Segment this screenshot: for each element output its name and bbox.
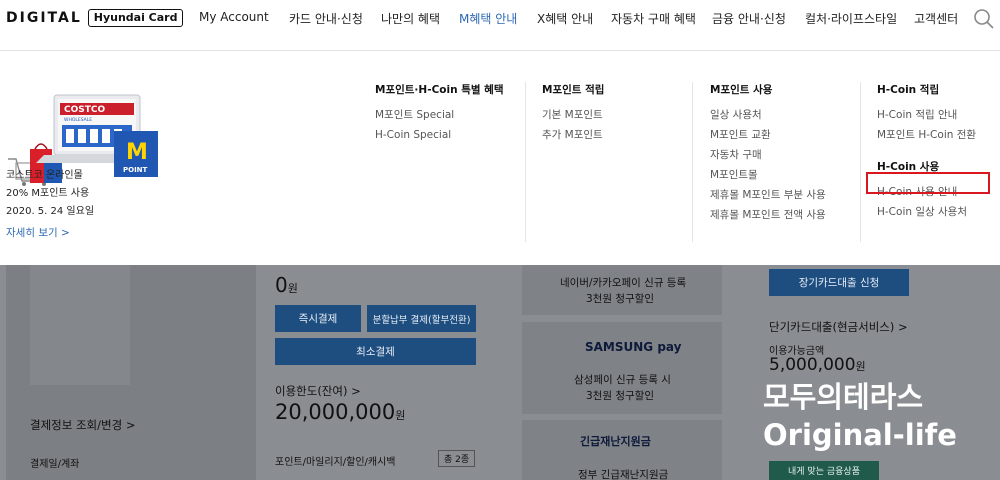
watermark-line-2: Original-life: [763, 418, 957, 452]
menu-column-earn-points: M포인트 적립 기본 M포인트 추가 M포인트: [542, 82, 604, 145]
nav-item[interactable]: 카드 안내·신청: [289, 10, 363, 27]
cash-available-value: 5,000,000원: [769, 355, 866, 375]
samsung-pay-logo: SAMSUNG pay: [585, 340, 682, 354]
nav-item[interactable]: 자동차 구매 혜택: [611, 10, 696, 27]
menu-item[interactable]: M포인트 Special: [375, 105, 504, 125]
nav-item[interactable]: 금융 안내·신청: [712, 10, 786, 27]
samsung-pay-discount: 3천원 청구할인: [586, 390, 654, 402]
search-icon[interactable]: [973, 8, 995, 30]
menu-item[interactable]: 일상 사용처: [710, 105, 826, 125]
promo-detail-link[interactable]: 자세히 보기 >: [6, 225, 70, 240]
menu-item[interactable]: 제휴몰 M포인트 부분 사용: [710, 185, 826, 205]
promo-line-3: 2020. 5. 24 일요일: [6, 206, 95, 217]
finance-products-button[interactable]: 내게 맞는 금융상품: [769, 461, 879, 480]
column-divider: [525, 82, 526, 242]
naver-kakao-discount: 3천원 청구할인: [586, 293, 654, 305]
nav-item[interactable]: M혜택 안내: [459, 10, 517, 27]
nav-item[interactable]: 고객센터: [914, 10, 958, 27]
svg-text:COSTCO: COSTCO: [64, 105, 105, 115]
menu-column-hcoin: H-Coin 적립 H-Coin 적립 안내 M포인트 H-Coin 전환 H-C…: [877, 82, 976, 222]
points-label[interactable]: 포인트/마일리지/할인/캐시백: [275, 453, 396, 468]
menu-heading-hcoin-earn: H-Coin 적립: [877, 84, 940, 96]
instant-pay-button[interactable]: 즉시결제: [275, 305, 361, 332]
naver-kakao-banner[interactable]: [522, 265, 722, 315]
nav-item[interactable]: X혜택 안내: [537, 10, 593, 27]
m-benefit-dropdown-panel: COSTCO WHOLESALE M POINT 코스트코 온라인몰 20% M…: [0, 50, 1000, 265]
svg-text:POINT: POINT: [123, 166, 148, 174]
samsung-pay-text: 삼성페이 신규 등록 시: [574, 374, 671, 386]
menu-item[interactable]: 자동차 구매: [710, 145, 826, 165]
menu-item[interactable]: H-Coin 일상 사용처: [877, 202, 976, 222]
menu-item[interactable]: 제휴몰 M포인트 전액 사용: [710, 205, 826, 225]
minimum-pay-button[interactable]: 최소결제: [275, 338, 476, 365]
menu-item[interactable]: H-Coin Special: [375, 125, 504, 145]
nav-item[interactable]: 컬처·라이프스타일: [805, 10, 897, 27]
column-divider: [860, 82, 861, 242]
svg-text:M: M: [126, 140, 148, 165]
naver-kakao-text: 네이버/카카오페이 신규 등록: [560, 277, 687, 289]
watermark-line-1: 모두의테라스: [763, 380, 924, 414]
menu-column-special: M포인트·H-Coin 특별 혜택 M포인트 Special H-Coin Spe…: [375, 82, 504, 145]
top-navigation-bar: DIGITAL Hyundai Card My Account 카드 안내·신청 나…: [0, 0, 1000, 38]
cash-service-link[interactable]: 단기카드대출(현금서비스) >: [769, 319, 908, 335]
nav-item[interactable]: My Account: [199, 10, 269, 24]
payment-date-label: 결제일/계좌: [30, 459, 80, 470]
installment-pay-button[interactable]: 분할납부 결제(할부전환): [367, 305, 476, 332]
promo-line-1: 코스트코 온라인몰: [6, 170, 83, 181]
highlight-box: [866, 172, 990, 194]
menu-item[interactable]: 기본 M포인트: [542, 105, 604, 125]
payment-panel: [256, 265, 506, 480]
svg-text:WHOLESALE: WHOLESALE: [64, 117, 92, 123]
menu-item[interactable]: M포인트 교환: [710, 125, 826, 145]
logo-hyundai-card-text: Hyundai Card: [87, 9, 184, 27]
nav-item[interactable]: 나만의 혜택: [381, 10, 440, 27]
menu-item[interactable]: H-Coin 적립 안내: [877, 105, 976, 125]
amount-due: 0원: [275, 273, 298, 297]
payment-info-link[interactable]: 결제정보 조회/변경 >: [30, 417, 135, 433]
menu-heading-earn-points: M포인트 적립: [542, 84, 605, 96]
disaster-relief-title: 긴급재난지원금: [580, 435, 651, 448]
menu-item[interactable]: 추가 M포인트: [542, 125, 604, 145]
limit-value: 20,000,000원: [275, 400, 406, 424]
logo-digital-text: DIGITAL: [6, 10, 82, 26]
menu-heading-special: M포인트·H-Coin 특별 혜택: [375, 84, 504, 96]
menu-column-use-points: M포인트 사용 일상 사용처 M포인트 교환 자동차 구매 M포인트몰 제휴몰 M포인트…: [710, 82, 826, 225]
watermark-text: 모두의테라스 Original-life: [763, 378, 957, 454]
menu-heading-use-points: M포인트 사용: [710, 84, 773, 96]
total-count-badge: 총 2종: [438, 450, 476, 467]
menu-item[interactable]: M포인트몰: [710, 165, 826, 185]
disaster-relief-text: 정부 긴급재난지원금: [578, 469, 669, 480]
column-divider: [692, 82, 693, 242]
menu-item[interactable]: M포인트 H-Coin 전환: [877, 125, 976, 145]
long-term-loan-button[interactable]: 장기카드대출 신청: [769, 269, 909, 296]
limit-label[interactable]: 이용한도(잔여) >: [275, 383, 361, 399]
promo-description: 코스트코 온라인몰 20% M포인트 사용 2020. 5. 24 일요일: [6, 167, 94, 221]
card-image-placeholder: [30, 265, 130, 385]
hyundai-card-logo[interactable]: DIGITAL Hyundai Card: [6, 9, 184, 27]
promo-line-2: 20% M포인트 사용: [6, 188, 90, 199]
